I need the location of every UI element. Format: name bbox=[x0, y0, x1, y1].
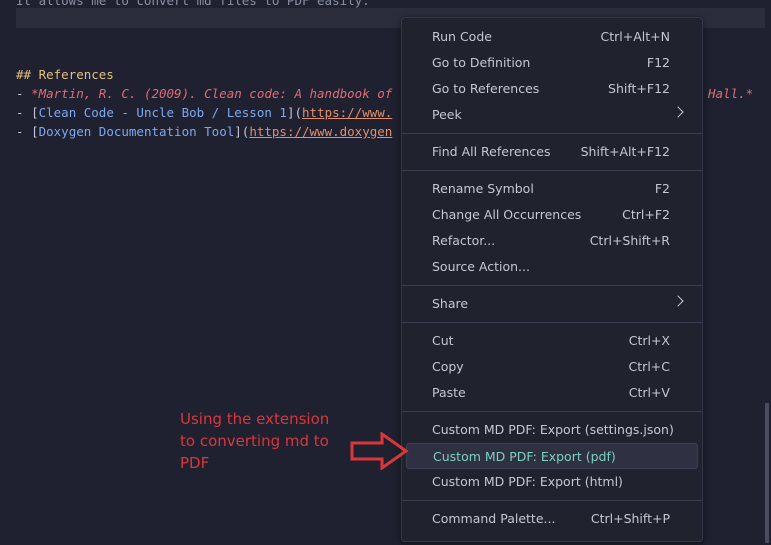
menu-item-label: Run Code bbox=[432, 29, 492, 44]
menu-separator bbox=[402, 133, 702, 134]
menu-item-label: Source Action... bbox=[432, 259, 530, 274]
menu-item-find-all-references[interactable]: Find All References Shift+Alt+F12 bbox=[406, 139, 698, 165]
link-text: Doxygen Documentation Tool bbox=[38, 124, 235, 139]
menu-item-shortcut: Ctrl+F2 bbox=[622, 207, 670, 222]
menu-item-cut[interactable]: Cut Ctrl+X bbox=[406, 328, 698, 354]
menu-item-shortcut: Shift+Alt+F12 bbox=[580, 144, 670, 159]
chevron-right-icon bbox=[672, 106, 684, 118]
annotation-arrow-icon bbox=[350, 432, 409, 470]
context-menu: Run Code Ctrl+Alt+N Go to Definition F12 Go … bbox=[401, 17, 703, 542]
link-bracket: ]( bbox=[234, 124, 250, 139]
italic-reference-tail: Hall.* bbox=[708, 86, 754, 101]
menu-item-shortcut: F2 bbox=[654, 181, 670, 196]
menu-item-label: Rename Symbol bbox=[432, 181, 534, 196]
list-dash: - bbox=[16, 105, 32, 120]
menu-separator bbox=[402, 411, 702, 412]
menu-separator bbox=[402, 322, 702, 323]
menu-item-label: Custom MD PDF: Export (html) bbox=[432, 474, 623, 489]
code-line-ref1: - *Martin, R. C. (2009). Clean code: A h… bbox=[16, 84, 392, 103]
code-line-ref1-tail: Hall.* bbox=[708, 84, 753, 103]
menu-item-paste[interactable]: Paste Ctrl+V bbox=[406, 380, 698, 406]
link-bracket: ]( bbox=[286, 105, 303, 120]
menu-item-label: Go to References bbox=[432, 81, 540, 96]
menu-item-label: Refactor... bbox=[432, 233, 496, 248]
menu-item-shortcut: Ctrl+C bbox=[628, 359, 670, 374]
italic-reference: *Martin, R. C. (2009). Clean code: A han… bbox=[31, 86, 393, 101]
menu-item-go-to-references[interactable]: Go to References Shift+F12 bbox=[406, 76, 698, 102]
code-line-heading: ## References bbox=[16, 65, 114, 84]
link-text: Clean Code - Uncle Bob / Lesson 1 bbox=[38, 105, 287, 120]
menu-item-shortcut: F12 bbox=[646, 55, 670, 70]
menu-item-label: Peek bbox=[432, 107, 462, 122]
menu-separator bbox=[402, 170, 702, 171]
code-line-link2: - [Doxygen Documentation Tool](https://w… bbox=[16, 122, 392, 141]
annotation-text: Using the extension to converting md to … bbox=[180, 410, 330, 472]
menu-item-shortcut: Ctrl+V bbox=[628, 385, 670, 400]
menu-item-run-code[interactable]: Run Code Ctrl+Alt+N bbox=[406, 24, 698, 50]
markdown-heading: ## References bbox=[16, 67, 114, 82]
menu-item-label: Custom MD PDF: Export (settings.json) bbox=[432, 422, 674, 437]
menu-item-custom-md-pdf-export-settings-json[interactable]: Custom MD PDF: Export (settings.json) bbox=[406, 417, 698, 443]
menu-item-shortcut: Ctrl+Shift+P bbox=[590, 511, 670, 526]
menu-item-label: Paste bbox=[432, 385, 466, 400]
vertical-scrollbar-thumb[interactable] bbox=[765, 403, 769, 543]
menu-item-rename-symbol[interactable]: Rename Symbol F2 bbox=[406, 176, 698, 202]
menu-item-label: Command Palette... bbox=[432, 511, 556, 526]
menu-item-shortcut: Ctrl+Shift+R bbox=[589, 233, 670, 248]
menu-item-source-action[interactable]: Source Action... bbox=[406, 254, 698, 280]
menu-item-go-to-definition[interactable]: Go to Definition F12 bbox=[406, 50, 698, 76]
menu-item-peek[interactable]: Peek bbox=[406, 102, 698, 128]
menu-item-label: Copy bbox=[432, 359, 464, 374]
menu-item-label: Find All References bbox=[432, 144, 551, 159]
menu-item-label: Go to Definition bbox=[432, 55, 531, 70]
menu-separator bbox=[402, 500, 702, 501]
menu-item-shortcut: Ctrl+Alt+N bbox=[600, 29, 670, 44]
menu-item-share[interactable]: Share bbox=[406, 291, 698, 317]
menu-item-label: Change All Occurrences bbox=[432, 207, 582, 222]
code-line-link1: - [Clean Code - Uncle Bob / Lesson 1](ht… bbox=[16, 103, 392, 122]
list-dash: - bbox=[16, 86, 32, 101]
menu-separator bbox=[402, 285, 702, 286]
menu-item-custom-md-pdf-export-html[interactable]: Custom MD PDF: Export (html) bbox=[406, 469, 698, 495]
menu-item-command-palette[interactable]: Command Palette... Ctrl+Shift+P bbox=[406, 506, 698, 532]
list-dash: - bbox=[16, 124, 32, 139]
menu-item-refactor[interactable]: Refactor... Ctrl+Shift+R bbox=[406, 228, 698, 254]
menu-item-custom-md-pdf-export-pdf[interactable]: Custom MD PDF: Export (pdf) bbox=[406, 443, 698, 469]
menu-item-shortcut: Ctrl+X bbox=[628, 333, 670, 348]
link-bracket: [ bbox=[31, 105, 39, 120]
link-url[interactable]: https://www.doxygen bbox=[249, 124, 392, 139]
menu-item-change-all-occurrences[interactable]: Change All Occurrences Ctrl+F2 bbox=[406, 202, 698, 228]
link-bracket: [ bbox=[31, 124, 39, 139]
link-url[interactable]: https://www. bbox=[302, 105, 392, 120]
menu-item-copy[interactable]: Copy Ctrl+C bbox=[406, 354, 698, 380]
menu-item-label: Cut bbox=[432, 333, 454, 348]
menu-item-label: Share bbox=[432, 296, 469, 311]
menu-item-shortcut: Shift+F12 bbox=[608, 81, 670, 96]
chevron-right-icon bbox=[672, 295, 684, 307]
menu-item-label: Custom MD PDF: Export (pdf) bbox=[433, 449, 616, 464]
